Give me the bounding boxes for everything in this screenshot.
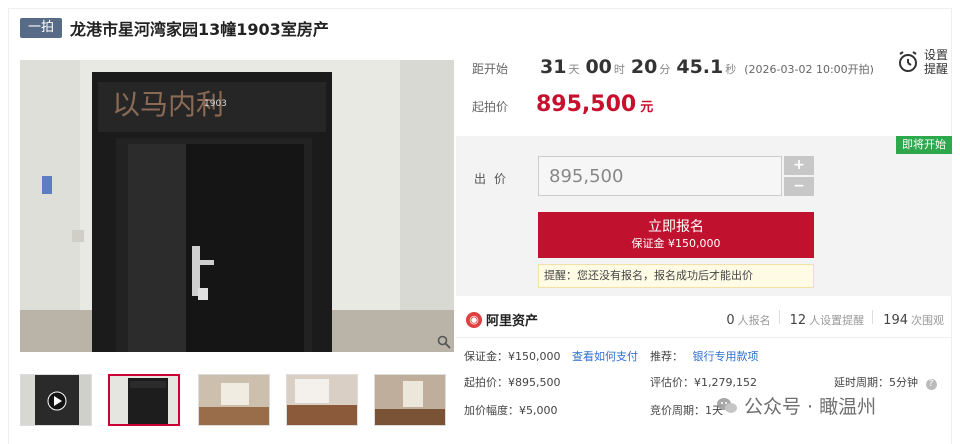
auction-start-time: (2026-03-02 10:00开拍) xyxy=(744,63,874,76)
bank-account-link[interactable]: 银行专用款项 xyxy=(693,350,759,363)
payment-help-link[interactable]: 查看如何支付 xyxy=(572,350,638,363)
delay-text: 延时周期：5分钟 xyxy=(834,376,918,389)
signup-deposit-line: 保证金 ¥150,000 xyxy=(631,237,721,250)
countdown-minutes: 20 xyxy=(630,56,658,78)
bid-stepper: + − xyxy=(784,156,814,196)
thumbnail-strip xyxy=(20,374,454,428)
countdown-hours-unit: 时 xyxy=(613,63,625,76)
starting-price-value: 895,500 xyxy=(536,92,637,117)
thumbnail-room-3[interactable] xyxy=(374,374,446,426)
deposit-info: 保证金：¥150,000 查看如何支付 xyxy=(464,348,638,364)
starting-price-label: 起拍价 xyxy=(472,100,509,114)
countdown-row: 距开始 31 天 00 时 20 分 45.1 秒 (2026-03-02 10… xyxy=(472,56,874,82)
platform-row: ◉ 阿里资产 0 人报名 12 人设置提醒 194 次围观 xyxy=(456,300,952,338)
signup-button-label: 立即报名 xyxy=(648,219,704,235)
countdown-minutes-unit: 分 xyxy=(659,63,671,76)
view-count: 194 xyxy=(883,313,908,328)
cycle-info: 竞价周期：1天 xyxy=(650,404,723,417)
platform-stats: 0 人报名 12 人设置提醒 194 次围观 xyxy=(716,310,944,328)
countdown-days-unit: 天 xyxy=(568,63,580,76)
countdown-days: 31 xyxy=(540,56,567,78)
thumbnail-door[interactable] xyxy=(108,374,180,426)
ali-logo-icon: ◉ xyxy=(466,311,482,328)
thumbnail-video[interactable] xyxy=(20,374,92,426)
door-photo: 以马内利 1903 xyxy=(20,60,454,352)
signup-button[interactable]: 立即报名 保证金 ¥150,000 xyxy=(538,212,814,258)
watermark: 公众号 · 瞰温州 xyxy=(716,392,876,419)
starting-price-unit: 元 xyxy=(640,100,654,115)
increment-info: 加价幅度：¥5,000 xyxy=(464,404,558,417)
help-icon[interactable]: ? xyxy=(925,379,937,390)
delay-info: 延时周期：5分钟 ? xyxy=(834,374,937,390)
countdown-hours: 00 xyxy=(585,56,612,78)
deposit-text: 保证金：¥150,000 xyxy=(464,350,561,363)
recommend-info: 推荐： 银行专用款项 xyxy=(650,348,759,364)
thumbnail-room-2[interactable] xyxy=(286,374,358,426)
reminder-label: 设置提醒 xyxy=(924,48,949,76)
door-number: 1903 xyxy=(204,99,227,109)
title-row: 一拍 龙港市星河湾家园13幢1903室房产 xyxy=(20,16,329,40)
thumbnail-room-1[interactable] xyxy=(198,374,270,426)
zoom-icon[interactable] xyxy=(434,332,454,352)
countdown-seconds: 45.1 xyxy=(676,56,724,78)
auction-round-tag: 一拍 xyxy=(20,18,63,38)
platform-name: 阿里资产 xyxy=(486,314,539,329)
reminder-count-unit: 人设置提醒 xyxy=(809,314,865,327)
reminder-count: 12 xyxy=(789,313,807,328)
signup-count: 0 xyxy=(726,313,735,328)
appraisal-info: 评估价：¥1,279,152 xyxy=(650,376,757,389)
bid-label: 出价 xyxy=(474,172,515,186)
recommend-label: 推荐： xyxy=(650,350,683,363)
bid-amount-input[interactable] xyxy=(538,156,782,196)
page-title: 龙港市星河湾家园13幢1903室房产 xyxy=(70,20,329,39)
decrease-bid-button[interactable]: − xyxy=(784,177,814,196)
platform-logo[interactable]: ◉ 阿里资产 xyxy=(466,310,538,329)
stat-divider xyxy=(872,310,874,324)
status-badge: 即将开始 xyxy=(896,136,952,154)
view-count-unit: 次围观 xyxy=(911,314,944,327)
signup-count-unit: 人报名 xyxy=(737,314,771,327)
increase-bid-button[interactable]: + xyxy=(784,156,814,175)
main-photo[interactable]: 以马内利 1903 xyxy=(20,60,454,352)
set-reminder-button[interactable]: 设置提醒 xyxy=(894,46,954,82)
wechat-icon xyxy=(717,397,737,413)
countdown-label: 距开始 xyxy=(472,62,509,76)
signup-notice: 提醒：您还没有报名，报名成功后才能出价 xyxy=(538,264,814,288)
start-price-info: 起拍价：¥895,500 xyxy=(464,376,561,389)
bid-panel: 即将开始 出价 + − 立即报名 保证金 ¥150,000 提醒：您还没有报名，… xyxy=(456,136,952,296)
starting-price-row: 起拍价 895,500 元 xyxy=(472,92,653,120)
watermark-text: 公众号 · 瞰温州 xyxy=(744,396,877,418)
alarm-clock-icon xyxy=(899,51,917,72)
countdown-seconds-unit: 秒 xyxy=(725,63,737,76)
stat-divider xyxy=(778,310,780,324)
